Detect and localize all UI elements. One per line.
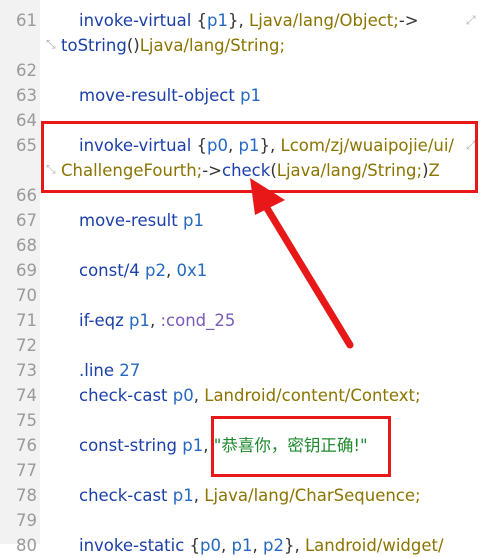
arrow-shaft	[258, 196, 354, 349]
red-arrow-annotation	[250, 178, 354, 349]
